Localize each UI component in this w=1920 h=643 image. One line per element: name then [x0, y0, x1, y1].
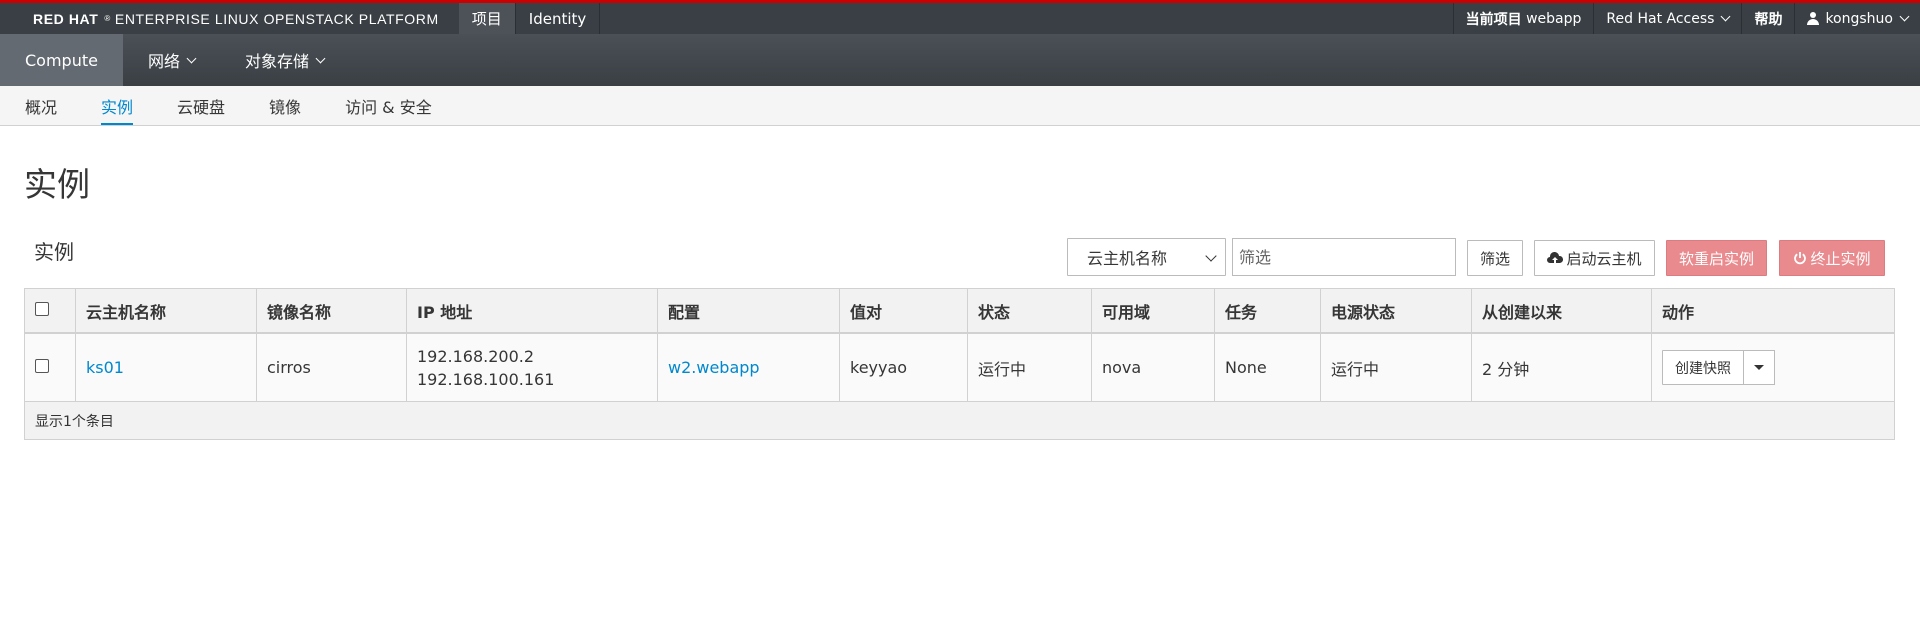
tab-volumes[interactable]: 云硬盘 — [177, 86, 225, 125]
launch-instance-button[interactable]: 启动云主机 — [1534, 240, 1655, 276]
power-icon — [1794, 252, 1807, 265]
help-link[interactable]: 帮助 — [1741, 3, 1794, 34]
age-cell: 2 分钟 — [1471, 332, 1652, 402]
filter-field-select[interactable]: 云主机名称 — [1067, 238, 1226, 276]
current-project-label: 当前项目 — [1465, 11, 1522, 28]
masthead: RED HAT ® ENTERPRISE LINUX OPENSTACK PLATF… — [0, 0, 1920, 34]
user-dropdown[interactable]: kongshuo — [1794, 3, 1920, 34]
brand-reg: ® — [104, 14, 111, 23]
power-state-cell: 运行中 — [1320, 332, 1472, 402]
row-select-cell[interactable] — [24, 332, 76, 402]
filter-input[interactable] — [1232, 238, 1456, 276]
ip-address-1: 192.168.200.2 — [417, 346, 535, 366]
soft-reboot-button[interactable]: 软重启实例 — [1666, 240, 1767, 276]
status-cell: 运行中 — [967, 332, 1092, 402]
rh-access-label: Red Hat Access — [1606, 10, 1715, 27]
topnav-project[interactable]: 项目 — [458, 3, 516, 34]
section-title: 实例 — [34, 240, 74, 264]
brand-logo[interactable]: RED HAT ® ENTERPRISE LINUX OPENSTACK PLATF… — [0, 3, 459, 34]
col-header-task[interactable]: 任务 — [1214, 288, 1321, 334]
terminate-instance-label: 终止实例 — [1810, 249, 1871, 268]
rh-access-dropdown[interactable]: Red Hat Access — [1593, 3, 1741, 34]
keypair-cell: keyyao — [839, 332, 968, 402]
secnav-object-storage[interactable]: 对象存储 — [220, 34, 349, 86]
actions-cell: 创建快照 — [1651, 332, 1895, 402]
table-header-row: 云主机名称 镜像名称 IP 地址 配置 值对 状态 可用域 任务 电源状态 从创… — [24, 288, 1895, 334]
select-all-checkbox[interactable] — [35, 302, 49, 316]
caret-down-icon — [1754, 365, 1764, 370]
col-header-ip[interactable]: IP 地址 — [406, 288, 658, 334]
terminate-instance-button[interactable]: 终止实例 — [1779, 240, 1885, 276]
chevron-down-icon — [186, 53, 197, 63]
tab-access-security[interactable]: 访问 & 安全 — [345, 86, 432, 125]
tab-instances[interactable]: 实例 — [101, 86, 134, 125]
filter-field-value: 云主机名称 — [1087, 249, 1168, 268]
col-header-image[interactable]: 镜像名称 — [256, 288, 407, 334]
instance-name-cell: ks01 — [75, 332, 257, 402]
chevron-down-icon — [1721, 11, 1731, 22]
flavor-link[interactable]: w2.webapp — [668, 358, 760, 377]
chevron-down-icon — [1205, 250, 1217, 262]
secnav-object-storage-label: 对象存储 — [244, 52, 309, 71]
secnav-network[interactable]: 网络 — [123, 34, 220, 86]
tab-images[interactable]: 镜像 — [269, 86, 301, 125]
tab-overview[interactable]: 概况 — [25, 86, 57, 125]
user-icon — [1807, 12, 1820, 25]
create-snapshot-button[interactable]: 创建快照 — [1662, 350, 1744, 385]
select-all-cell[interactable] — [24, 288, 76, 334]
secnav-network-label: 网络 — [147, 52, 180, 71]
instances-table: 云主机名称 镜像名称 IP 地址 配置 值对 状态 可用域 任务 电源状态 从创… — [24, 288, 1895, 440]
col-header-actions: 动作 — [1651, 288, 1895, 334]
chevron-down-icon — [1899, 11, 1910, 22]
col-header-keypair[interactable]: 值对 — [839, 288, 968, 334]
task-cell: None — [1214, 332, 1321, 402]
chevron-down-icon — [315, 53, 326, 63]
launch-instance-label: 启动云主机 — [1566, 249, 1642, 268]
table-footer-row: 显示1个条目 — [24, 401, 1895, 440]
col-header-power[interactable]: 电源状态 — [1320, 288, 1472, 334]
brand-bold: RED HAT — [33, 10, 99, 27]
secnav-compute[interactable]: Compute — [0, 34, 123, 86]
col-header-az[interactable]: 可用域 — [1091, 288, 1215, 334]
col-header-age[interactable]: 从创建以来 — [1471, 288, 1652, 334]
az-cell: nova — [1091, 332, 1215, 402]
col-header-name[interactable]: 云主机名称 — [75, 288, 257, 334]
col-header-flavor[interactable]: 配置 — [657, 288, 840, 334]
more-actions-toggle[interactable] — [1744, 350, 1775, 385]
row-checkbox[interactable] — [35, 359, 49, 373]
item-count: 显示1个条目 — [24, 401, 1895, 440]
col-header-status[interactable]: 状态 — [967, 288, 1092, 334]
page-title: 实例 — [24, 165, 90, 204]
cloud-upload-icon — [1547, 251, 1564, 264]
row-action-group: 创建快照 — [1662, 350, 1775, 385]
current-project-dropdown[interactable]: 当前项目 webapp — [1452, 3, 1594, 34]
brand-rest: ENTERPRISE LINUX OPENSTACK PLATFORM — [114, 10, 439, 27]
secondary-nav: Compute 网络 对象存储 — [0, 34, 1920, 86]
ip-cell: 192.168.200.2 192.168.100.161 — [406, 332, 658, 402]
topnav-identity[interactable]: Identity — [516, 3, 601, 34]
filter-button[interactable]: 筛选 — [1467, 240, 1523, 276]
ip-address-2: 192.168.100.161 — [417, 369, 555, 389]
user-name: kongshuo — [1825, 10, 1893, 27]
current-project-value: webapp — [1526, 10, 1582, 27]
tertiary-nav: 概况 实例 云硬盘 镜像 访问 & 安全 — [0, 86, 1920, 126]
image-name-cell: cirros — [256, 332, 407, 402]
instance-name-link[interactable]: ks01 — [86, 358, 124, 377]
table-row: ks01 cirros 192.168.200.2 192.168.100.16… — [24, 332, 1895, 402]
top-right-menu: 当前项目 webapp Red Hat Access 帮助 kongshuo — [1452, 3, 1920, 34]
help-label: 帮助 — [1754, 11, 1783, 28]
flavor-cell: w2.webapp — [657, 332, 840, 402]
top-nav: 项目 Identity — [458, 3, 601, 34]
